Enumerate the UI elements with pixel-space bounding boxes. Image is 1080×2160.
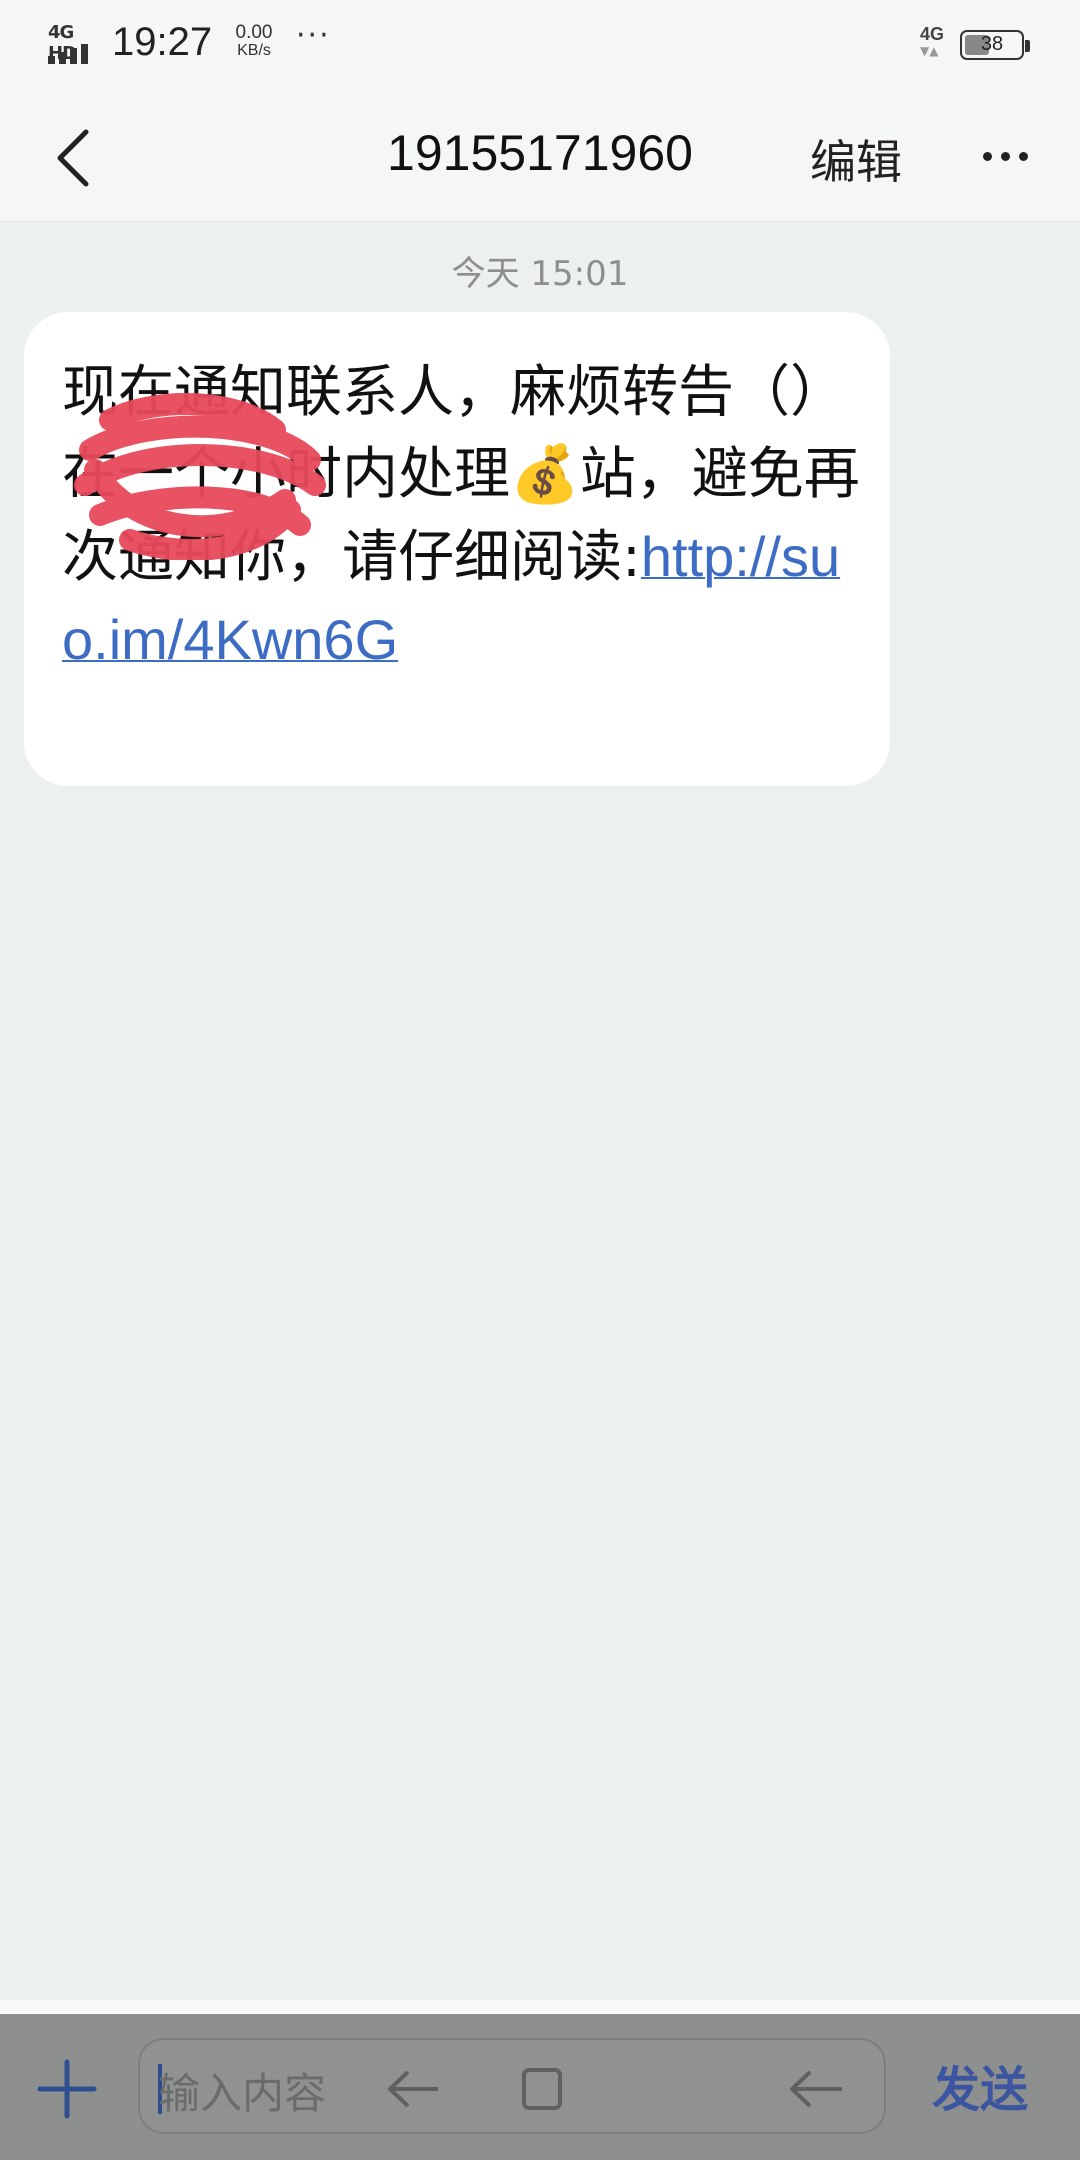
nav-return-icon[interactable]	[780, 2064, 850, 2114]
contact-number: 19155171960	[387, 125, 693, 181]
divider	[0, 2000, 1080, 2014]
plus-icon	[37, 2059, 97, 2119]
network-type: 4G	[920, 24, 945, 44]
network-speed-unit: KB/s	[237, 42, 271, 59]
network-speed: 0.00 KB/s	[224, 22, 284, 60]
network-speed-value: 0.00	[235, 22, 273, 43]
battery-icon: 38	[960, 30, 1030, 60]
mobile-data-icon: 4G ▼▲	[920, 24, 954, 64]
send-button[interactable]: 发送	[932, 2050, 1028, 2120]
data-activity-icon: ▼▲	[920, 44, 939, 58]
nav-back-icon[interactable]	[378, 2064, 448, 2114]
status-overflow-icon: ···	[296, 18, 331, 53]
status-bar: 4G HD 19:27 0.00 KB/s ··· 4G ▼▲ 38	[0, 0, 1080, 96]
nav-home-icon[interactable]	[520, 2066, 564, 2112]
signal-strength-icon: 4G HD	[48, 22, 104, 66]
battery-level: 38	[980, 33, 1004, 55]
status-time: 19:27	[112, 20, 213, 64]
redaction-scribble	[74, 392, 326, 560]
message-timestamp: 今天 15:01	[451, 254, 629, 294]
add-attachment-button[interactable]	[36, 2058, 98, 2120]
composer-bar: 输入内容 发送	[0, 2014, 1080, 2160]
conversation-header: 19155171960 编辑	[0, 96, 1080, 222]
edit-button[interactable]: 编辑	[810, 126, 902, 192]
more-options-icon[interactable]	[970, 126, 1040, 186]
message-input[interactable]: 输入内容	[138, 2038, 886, 2134]
message-input-placeholder: 输入内容	[158, 2069, 327, 2118]
